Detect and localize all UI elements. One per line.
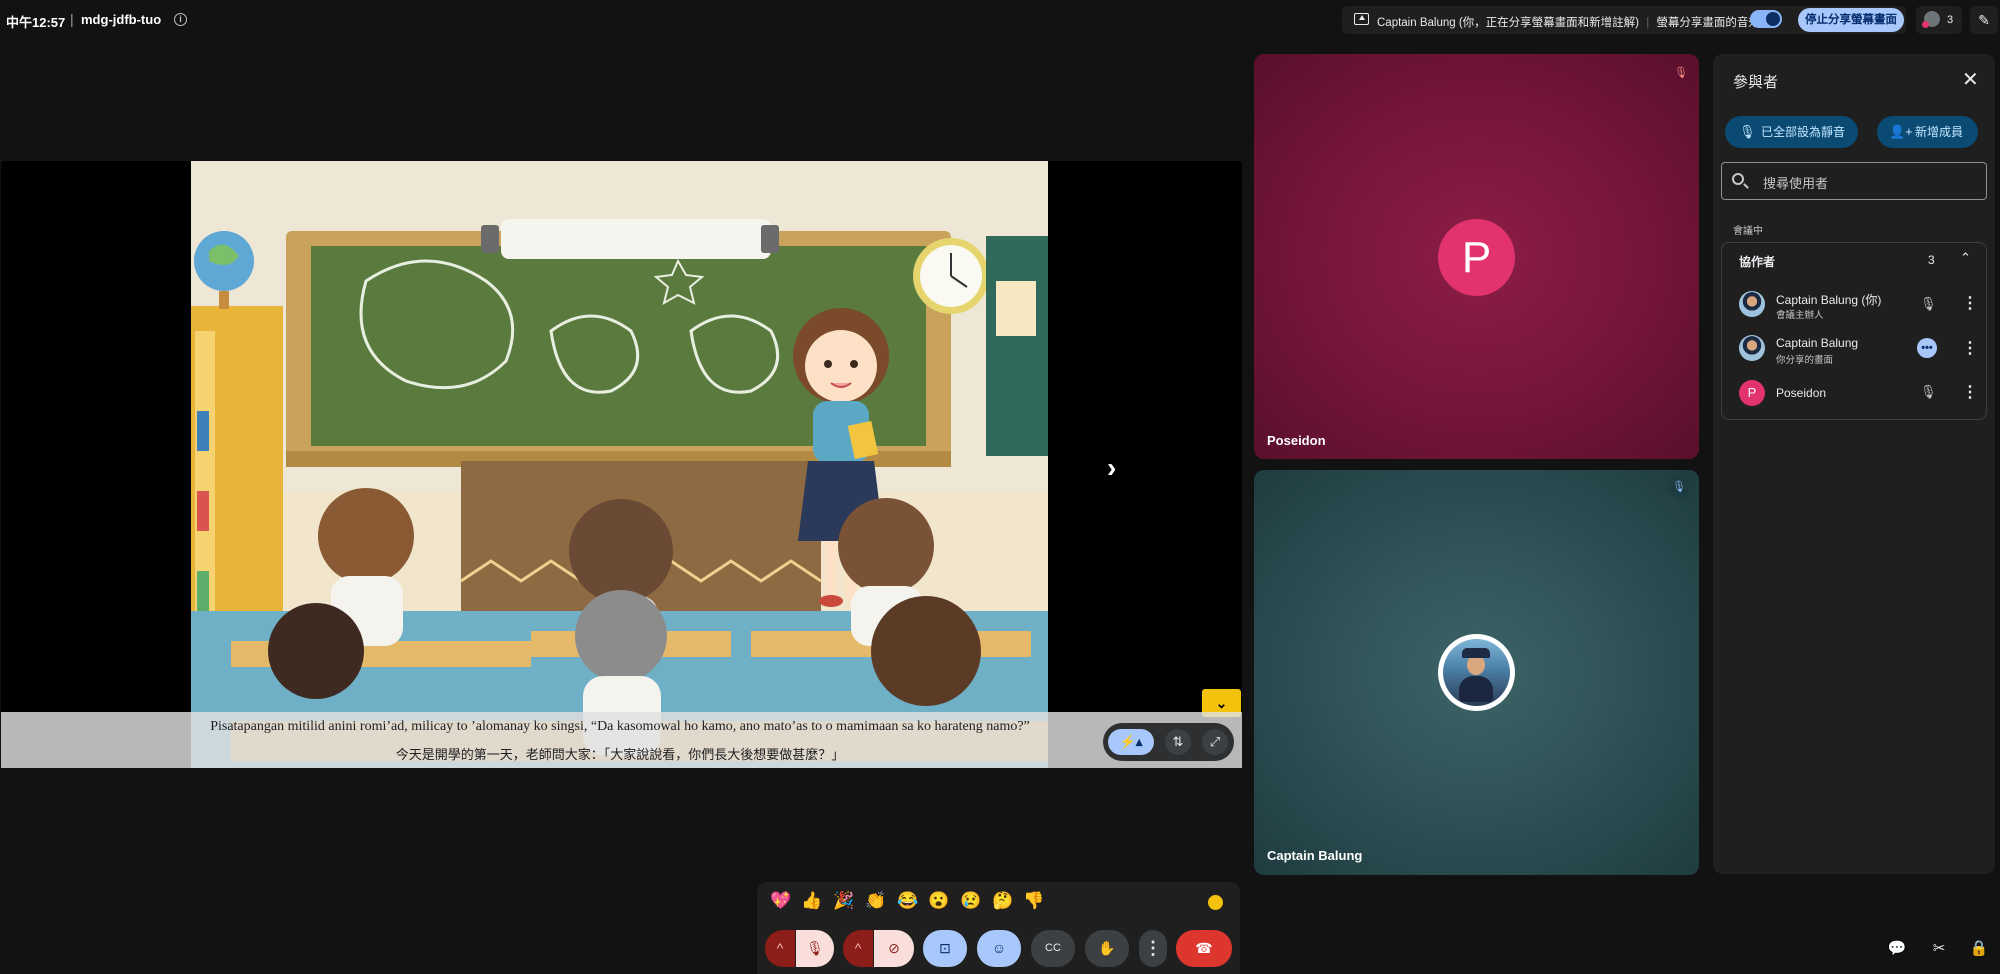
microphone-off-icon[interactable]: 🎙 xyxy=(796,930,834,967)
mic-off-icon[interactable]: 🎙 xyxy=(1920,296,1937,312)
present-screen-button[interactable]: ⊡ xyxy=(923,930,967,967)
annotation-tools-button[interactable]: ⚡▴ xyxy=(1108,729,1154,755)
avatar xyxy=(1739,335,1765,361)
group-count: 3 xyxy=(1928,253,1935,267)
reaction-thinking[interactable]: 🤔 xyxy=(992,891,1013,911)
reaction-clap[interactable]: 👏 xyxy=(865,891,886,911)
close-icon[interactable]: ✕ xyxy=(1962,67,1979,92)
clock-time: 中午12:57 xyxy=(6,15,66,30)
reaction-thumbs-up[interactable]: 👍 xyxy=(801,891,822,911)
captain-hat xyxy=(1462,648,1490,658)
captain-face xyxy=(1467,655,1485,675)
camera-options-chevron-icon[interactable]: ^ xyxy=(843,930,873,967)
reaction-party[interactable]: 🎉 xyxy=(833,891,854,911)
raise-hand-button[interactable]: ✋ xyxy=(1085,930,1129,967)
avatar: P xyxy=(1739,380,1765,406)
mute-all-button[interactable]: 🎙 已全部設為靜音 xyxy=(1725,116,1858,148)
participant-role: 你分享的畫面 xyxy=(1776,355,1834,366)
tile-name-poseidon: Poseidon xyxy=(1267,433,1326,448)
add-person-icon: 👤+ xyxy=(1889,124,1913,139)
more-options-icon[interactable]: ⋮ xyxy=(1962,382,1978,402)
end-call-button[interactable]: ☎ xyxy=(1176,930,1232,967)
meeting-info-icon[interactable]: i xyxy=(174,13,187,26)
skin-tone-picker[interactable] xyxy=(1208,895,1223,910)
mic-options-chevron-icon[interactable]: ^ xyxy=(765,930,795,967)
chat-icon[interactable]: 💬 xyxy=(1883,935,1911,963)
caption-line-chinese: 今天是開學的第一天，老師問大家：「大家說說看，你們長大後想要做甚麼？」 xyxy=(395,747,845,762)
reaction-heart[interactable]: 💖 xyxy=(770,891,791,911)
more-options-icon[interactable]: ⋮ xyxy=(1962,338,1978,358)
reaction-sad[interactable]: 😢 xyxy=(960,891,981,911)
title-separator: | xyxy=(70,11,74,27)
avatar xyxy=(1739,291,1765,317)
group-name[interactable]: 協作者 xyxy=(1739,253,1775,270)
status-divider: | xyxy=(1646,17,1650,29)
reaction-laugh[interactable]: 😂 xyxy=(897,891,918,911)
search-placeholder: 搜尋使用者 xyxy=(1763,176,1829,191)
meeting-code: mdg-jdfb-tuo xyxy=(81,12,162,27)
captain-body xyxy=(1459,676,1493,702)
participants-avatar-icon xyxy=(1922,11,1940,28)
participant-role: 會議主辦人 xyxy=(1776,310,1824,321)
more-options-button[interactable]: ⋮ xyxy=(1139,930,1167,967)
section-label-in-meeting: 會議中 xyxy=(1733,226,1763,237)
mic-off-icon[interactable]: 🎙 xyxy=(1920,384,1937,400)
caption-line-amis: Pisatapangan mitilid anini romi’ad, mili… xyxy=(210,719,1030,734)
chevron-up-icon[interactable]: ⌃ xyxy=(1960,250,1971,266)
participant-name: Captain Balung xyxy=(1776,336,1859,350)
screen-audio-label: 螢幕分享畫面的音效 xyxy=(1656,17,1760,29)
stop-sharing-button[interactable]: 停止分享螢幕畫面 xyxy=(1798,8,1904,32)
participant-name: Poseidon xyxy=(1776,386,1827,400)
sharing-status-label: Captain Balung (你，正在分享螢幕畫面和新增註解) xyxy=(1377,17,1639,29)
captions-button[interactable]: CC xyxy=(1031,930,1075,967)
fullscreen-expand-icon[interactable]: ⤢ xyxy=(1202,729,1228,755)
reaction-thumbs-down[interactable]: 👎 xyxy=(1023,891,1044,911)
mic-off-icon: 🎙 xyxy=(1739,124,1756,139)
participant-name: Captain Balung (你) xyxy=(1776,293,1882,307)
search-icon xyxy=(1732,173,1744,185)
activities-icon[interactable]: ✂ xyxy=(1925,935,1953,963)
add-member-label: 新增成員 xyxy=(1915,125,1964,139)
more-options-icon[interactable]: ⋮ xyxy=(1962,293,1978,313)
toggle-knob xyxy=(1766,12,1780,26)
next-slide-chevron-icon[interactable]: › xyxy=(1107,452,1116,484)
speaking-indicator-icon: ••• xyxy=(1917,338,1937,358)
mic-off-icon: 🎙 xyxy=(1668,476,1690,498)
avatar: P xyxy=(1438,219,1515,296)
present-screen-icon xyxy=(1354,13,1369,25)
add-member-button[interactable]: 👤+ 新增成員 xyxy=(1877,116,1978,148)
sharing-status-text: Captain Balung (你，正在分享螢幕畫面和新增註解) | 螢幕分享畫… xyxy=(1377,14,1760,30)
classroom-illustration xyxy=(191,161,1048,768)
shared-slide-image xyxy=(191,161,1048,768)
search-input[interactable] xyxy=(1721,162,1987,200)
mic-off-icon: 🎙 xyxy=(1674,67,1688,79)
participant-count: 3 xyxy=(1947,14,1954,26)
emoji-reactions-button[interactable]: ☺ xyxy=(977,930,1021,967)
reaction-surprised[interactable]: 😮 xyxy=(928,891,949,911)
camera-off-icon[interactable]: ⊘ xyxy=(874,930,914,967)
panel-title: 參與者 xyxy=(1733,74,1779,91)
annotate-icon[interactable]: ✎ xyxy=(1970,6,1998,34)
host-controls-lock-icon[interactable]: 🔒 xyxy=(1965,935,1993,963)
mute-all-label: 已全部設為靜音 xyxy=(1761,125,1846,139)
swap-layout-icon[interactable]: ⇅ xyxy=(1165,729,1191,755)
tile-name-captain-balung: Captain Balung xyxy=(1267,848,1363,863)
